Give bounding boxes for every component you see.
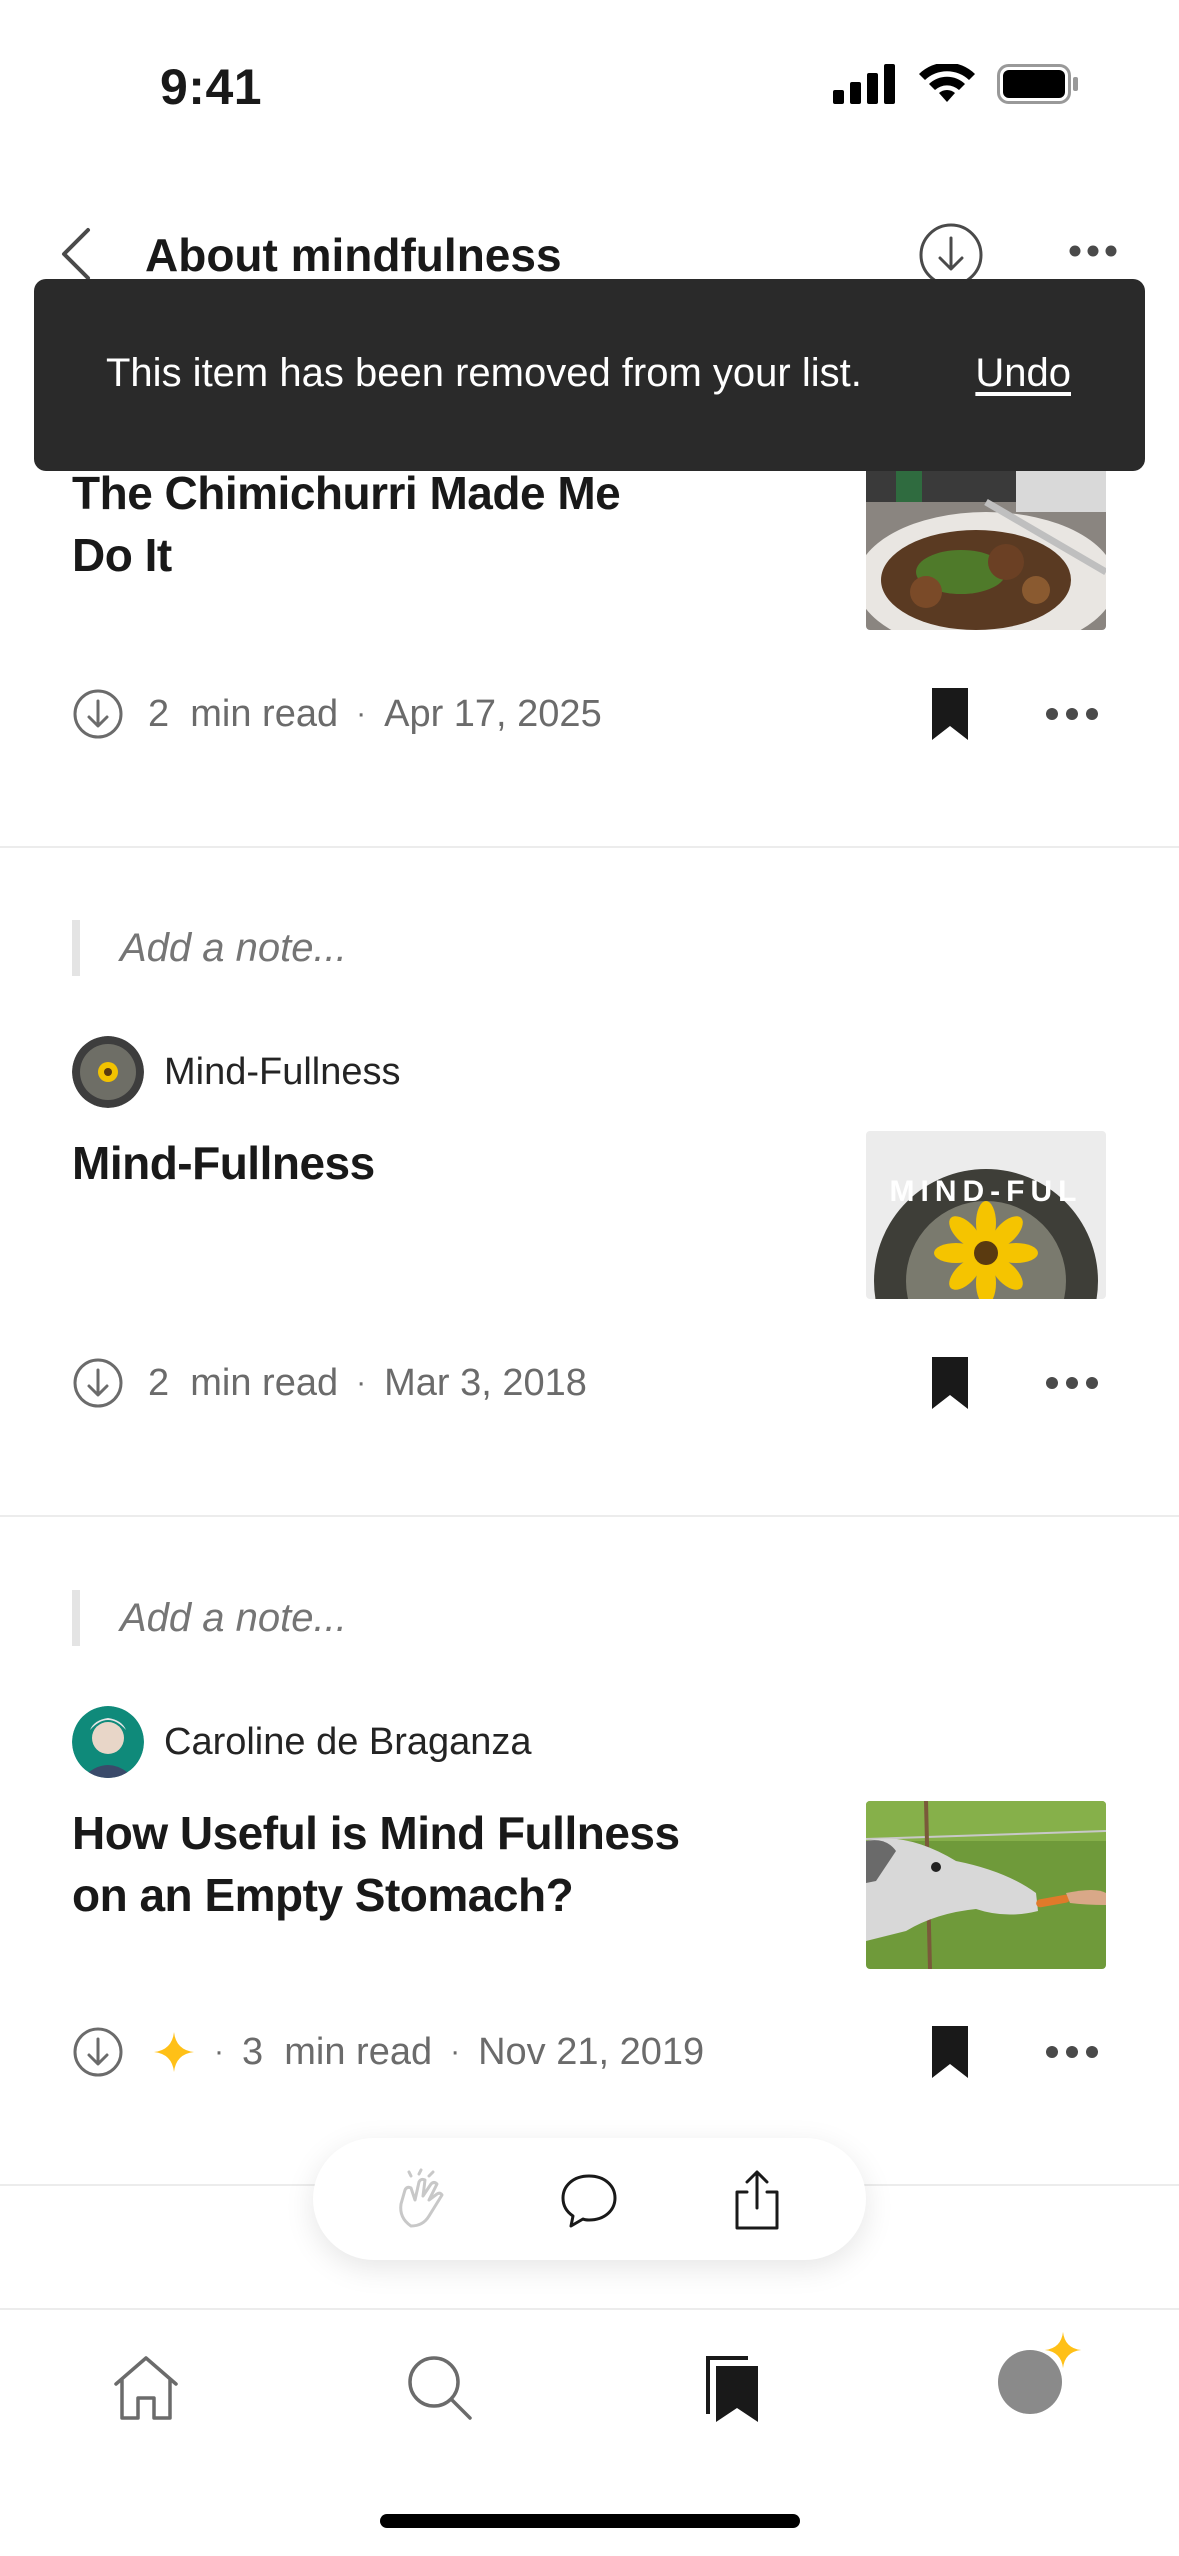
status-time: 9:41 <box>160 59 263 115</box>
author-row[interactable]: Mind-Fullness <box>72 1036 401 1108</box>
author-row[interactable]: Caroline de Braganza <box>72 1706 532 1778</box>
bookmark-filled-icon[interactable] <box>928 1355 972 1411</box>
battery-icon <box>997 64 1078 104</box>
clap-icon[interactable] <box>389 2168 453 2232</box>
separator-dot: · <box>450 2035 461 2068</box>
divider <box>0 1515 1179 1517</box>
separator-dot: · <box>214 2035 224 2068</box>
author-name[interactable]: Mind-Fullness <box>164 1051 401 1094</box>
article-title[interactable]: How Useful is Mind Fullness on an Empty … <box>72 1802 772 1926</box>
read-time: 2 min read <box>148 692 339 735</box>
download-icon[interactable] <box>72 1357 124 1409</box>
publish-date: Mar 3, 2018 <box>384 1361 587 1404</box>
publish-date: Apr 17, 2025 <box>384 692 602 735</box>
article-meta: 2 min read · Apr 17, 2025 <box>72 688 602 740</box>
home-indicator <box>380 2514 800 2528</box>
undo-button[interactable]: Undo <box>975 351 1071 396</box>
read-time: 3 min read <box>242 2030 433 2073</box>
horse-eating-carrot-image[interactable] <box>866 1801 1106 1969</box>
article-meta: 2 min read · Mar 3, 2018 <box>72 1357 587 1409</box>
article-meta: · 3 min read · Nov 21, 2019 <box>72 2026 704 2078</box>
cellular-signal-icon <box>833 64 895 104</box>
wifi-icon <box>919 64 975 102</box>
bookmark-filled-icon[interactable] <box>928 2024 972 2080</box>
divider <box>0 846 1179 848</box>
publish-date: Nov 21, 2019 <box>478 2030 705 2073</box>
separator-dot: · <box>356 697 367 730</box>
download-icon[interactable] <box>72 2026 124 2078</box>
avatar[interactable] <box>72 1036 144 1108</box>
back-arrow-icon[interactable] <box>52 224 102 284</box>
member-star-icon <box>154 2032 194 2072</box>
share-icon[interactable] <box>725 2168 789 2232</box>
author-name[interactable]: Caroline de Braganza <box>164 1721 532 1764</box>
separator-dot: · <box>356 1366 367 1399</box>
food-plate-image[interactable] <box>866 462 1106 630</box>
thumb-text: MIND-FUL <box>890 1175 1083 1208</box>
removed-toast: This item has been removed from your lis… <box>34 279 1145 471</box>
comment-icon[interactable] <box>557 2168 621 2232</box>
mind-fullness-sunflower-image[interactable]: MIND-FUL <box>866 1131 1106 1299</box>
more-options-icon[interactable] <box>1044 2042 1100 2062</box>
more-options-icon[interactable] <box>1044 704 1100 724</box>
article-title[interactable]: The Chimichurri Made Me Do It <box>72 462 772 586</box>
article-title[interactable]: Mind-Fullness <box>72 1132 772 1194</box>
status-bar: 9:41 <box>0 0 1179 150</box>
member-star-icon <box>1044 2331 1082 2369</box>
download-icon[interactable] <box>72 688 124 740</box>
read-time: 2 min read <box>148 1361 339 1404</box>
search-icon[interactable] <box>402 2350 478 2426</box>
toast-message: This item has been removed from your lis… <box>106 351 862 395</box>
bookmark-filled-icon[interactable] <box>928 686 972 742</box>
more-options-icon[interactable] <box>1068 236 1118 266</box>
floating-action-bar <box>313 2138 866 2260</box>
more-options-icon[interactable] <box>1044 1373 1100 1393</box>
add-note-input[interactable]: Add a note... <box>72 1590 672 1646</box>
add-note-input[interactable]: Add a note... <box>72 920 672 976</box>
library-icon[interactable] <box>696 2350 772 2426</box>
avatar[interactable] <box>72 1706 144 1778</box>
home-icon[interactable] <box>108 2350 184 2426</box>
page-title: About mindfulness <box>145 229 562 281</box>
status-icons <box>833 64 1079 104</box>
